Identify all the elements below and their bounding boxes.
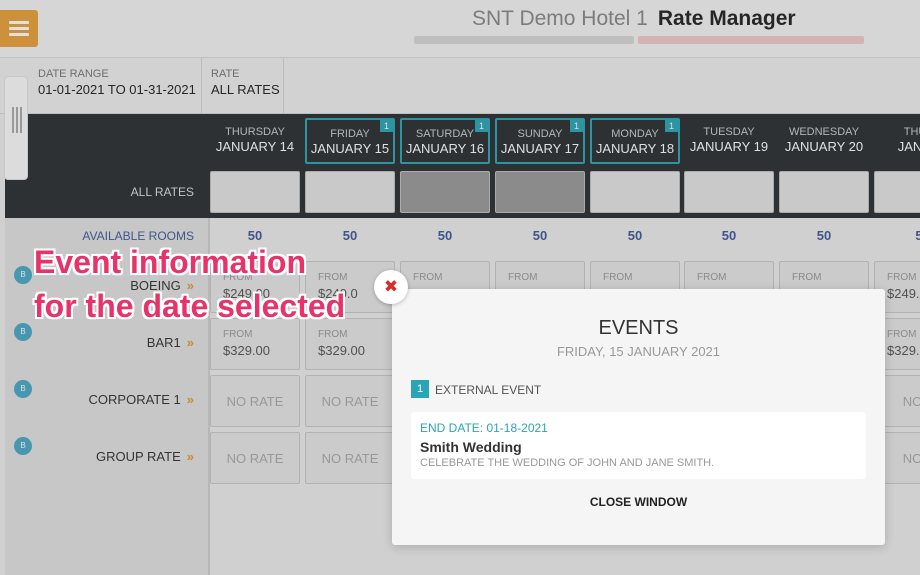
drag-handle[interactable] — [4, 76, 28, 180]
close-window-button[interactable]: CLOSE WINDOW — [392, 495, 885, 509]
annotation-callout: Event information for the date selected — [34, 240, 345, 328]
annotation-line-1: Event information — [34, 244, 307, 280]
modal-date: FRIDAY, 15 JANUARY 2021 — [556, 344, 721, 359]
events-modal: EVENTS FRIDAY, 15 JANUARY 2021 1 EXTERNA… — [392, 289, 885, 545]
event-type-label: EXTERNAL EVENT — [435, 383, 542, 397]
modal-title: EVENTS — [598, 317, 679, 339]
event-description: CELEBRATE THE WEDDING OF JOHN AND JANE S… — [420, 457, 715, 469]
event-card: END DATE: 01-18-2021 Smith Wedding CELEB… — [411, 412, 866, 479]
event-name: Smith Wedding — [420, 439, 522, 455]
close-x-icon[interactable]: ✖ — [374, 270, 408, 304]
event-count-badge: 1 — [411, 380, 429, 398]
annotation-line-2: for the date selected — [34, 288, 346, 324]
event-end-date: END DATE: 01-18-2021 — [420, 421, 548, 435]
